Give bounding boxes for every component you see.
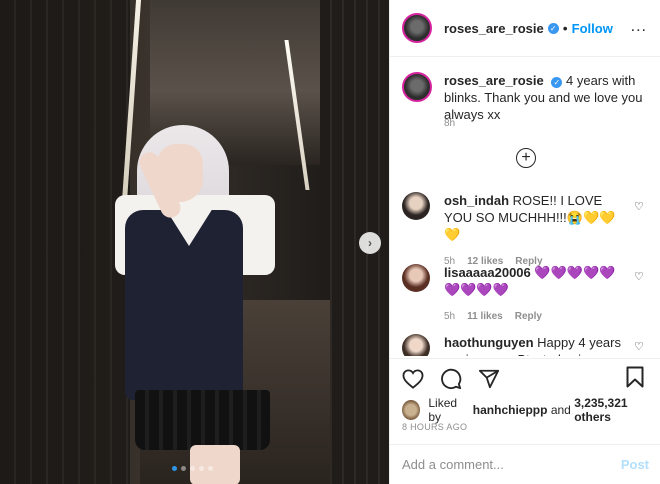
carousel-dot xyxy=(208,466,213,471)
likes-summary: Liked by hanhchieppp and 3,235,321 other… xyxy=(402,396,660,424)
like-button[interactable] xyxy=(402,368,424,390)
carousel-dot-active xyxy=(172,466,177,471)
comment-like-heart-icon[interactable]: ♡ xyxy=(634,340,646,353)
carousel-dot xyxy=(181,466,186,471)
carousel-dots xyxy=(172,466,213,471)
save-button[interactable] xyxy=(626,366,646,388)
chevron-right-icon: › xyxy=(368,236,372,250)
comment-time: 5h xyxy=(444,311,456,322)
post-side-panel: roses_are_rosie ✓ • Follow ... roses_are… xyxy=(389,0,660,484)
author-username[interactable]: roses_are_rosie xyxy=(444,21,544,36)
comment-username[interactable]: haothunguyen xyxy=(444,335,534,350)
comment-reply-button[interactable]: Reply xyxy=(515,308,542,325)
photo-person xyxy=(95,120,295,484)
post-caption: roses_are_rosie ✓ 4 years with blinks. T… xyxy=(402,72,652,123)
post-actions-bar xyxy=(390,358,660,398)
likes-prefix: Liked by xyxy=(428,396,458,424)
header-separator: • xyxy=(562,20,568,36)
caption-time: 8h xyxy=(444,118,456,129)
paper-plane-icon xyxy=(478,369,500,388)
comment-item: lisaaaaa20006 💜💜💜💜💜💜💜💜💜 5h 11 likes Repl… xyxy=(402,264,652,325)
comment-body: lisaaaaa20006 💜💜💜💜💜💜💜💜💜 5h 11 likes Repl… xyxy=(444,264,622,325)
person-legs xyxy=(190,445,240,484)
comment-username[interactable]: osh_indah xyxy=(444,193,509,208)
post-comment-button[interactable]: Post xyxy=(621,457,649,472)
verified-badge-icon: ✓ xyxy=(551,77,563,88)
likes-count[interactable]: 3,235,321 others xyxy=(574,396,660,424)
comment-button[interactable] xyxy=(440,368,462,390)
follow-button[interactable]: Follow xyxy=(572,21,613,36)
author-avatar[interactable] xyxy=(402,13,432,43)
likes-and: and xyxy=(550,403,571,417)
comment-body: haothunguyen Happy 4 years anniversary. … xyxy=(444,334,622,356)
load-more-comments-button[interactable]: + xyxy=(516,148,536,168)
comment-username[interactable]: lisaaaaa20006 xyxy=(444,265,531,280)
caption-avatar[interactable] xyxy=(402,72,432,102)
carousel-next-button[interactable]: › xyxy=(359,232,381,254)
liker-avatar[interactable] xyxy=(402,400,421,420)
plus-icon: + xyxy=(521,149,531,166)
carousel-dot xyxy=(199,466,204,471)
comment-item: haothunguyen Happy 4 years anniversary. … xyxy=(402,334,652,356)
comment-meta: 5h 11 likes Reply xyxy=(444,308,622,325)
comment-like-heart-icon[interactable]: ♡ xyxy=(634,270,646,283)
more-options-icon[interactable]: ... xyxy=(631,19,647,35)
comment-input[interactable] xyxy=(402,457,602,472)
post-photo[interactable]: › xyxy=(0,0,389,484)
comment-like-heart-icon[interactable]: ♡ xyxy=(634,200,646,213)
comment-avatar[interactable] xyxy=(402,264,430,292)
comment-avatar[interactable] xyxy=(402,192,430,220)
comment-avatar[interactable] xyxy=(402,334,430,356)
comment-body: osh_indah ROSE!! I LOVE YOU SO MUCHHH!!!… xyxy=(444,192,622,270)
liker-username[interactable]: hanhchieppp xyxy=(473,403,548,417)
verified-badge-icon: ✓ xyxy=(547,22,559,34)
comment-item: osh_indah ROSE!! I LOVE YOU SO MUCHHH!!!… xyxy=(402,192,652,270)
heart-icon xyxy=(402,368,424,389)
caption-text-block: roses_are_rosie ✓ 4 years with blinks. T… xyxy=(444,72,652,123)
bookmark-icon xyxy=(626,366,644,388)
carousel-dot xyxy=(190,466,195,471)
caption-username[interactable]: roses_are_rosie xyxy=(444,73,544,88)
comment-bubble-icon xyxy=(441,368,462,389)
comment-likes[interactable]: 11 likes xyxy=(467,308,503,325)
person-skirt xyxy=(135,390,270,450)
add-comment-bar: Post xyxy=(390,444,660,484)
post-header: roses_are_rosie ✓ • Follow ... xyxy=(390,0,660,57)
post-timestamp[interactable]: 8 HOURS AGO xyxy=(402,422,467,432)
share-button[interactable] xyxy=(478,368,500,390)
